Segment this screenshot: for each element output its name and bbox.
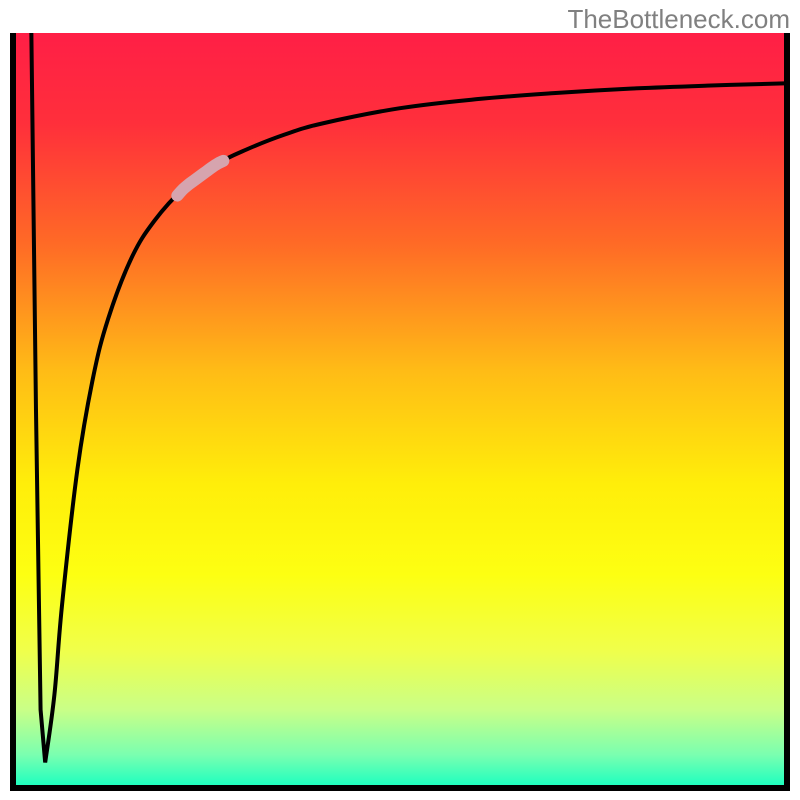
gradient-background [16,33,784,785]
watermark-text: TheBottleneck.com [567,4,790,35]
chart-svg [10,33,790,791]
chart-stage: TheBottleneck.com [0,0,800,800]
chart-plot [10,33,790,791]
